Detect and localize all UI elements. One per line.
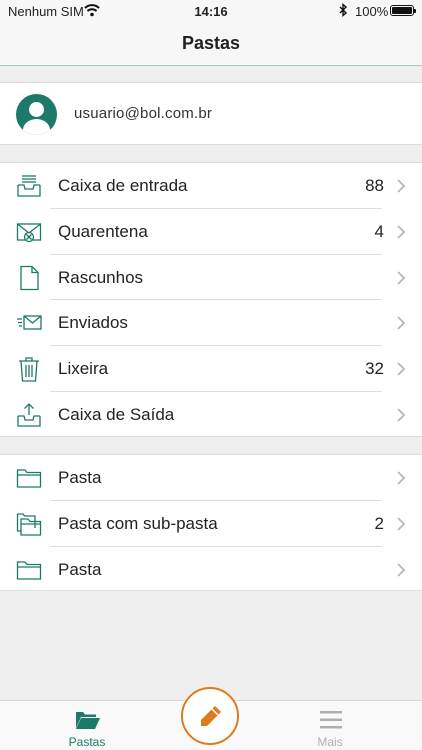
outbox-icon (16, 402, 42, 428)
open-folder-icon (75, 709, 101, 731)
menu-icon (318, 709, 344, 731)
folder-row-custom[interactable]: Pasta (0, 455, 422, 501)
folder-row-trash[interactable]: Lixeira 32 (0, 346, 422, 392)
sent-icon (16, 310, 42, 336)
battery-percent: 100% (355, 4, 389, 19)
bluetooth-icon (338, 3, 348, 20)
folder-row-sent[interactable]: Enviados (0, 300, 422, 347)
inbox-icon (16, 173, 42, 199)
folder-label: Lixeira (58, 359, 109, 379)
page-title: Pastas (181, 33, 241, 53)
folder-label: Pasta (58, 559, 102, 579)
account-row[interactable]: usuario@bol.com.br (0, 82, 422, 145)
folder-row-inbox[interactable]: Caixa de entrada 88 (0, 163, 422, 209)
folder-label: Pasta com sub-pasta (58, 513, 218, 533)
folder-icon (16, 557, 42, 583)
folder-label: Caixa de entrada (58, 176, 188, 195)
tab-label: Pastas (68, 735, 106, 749)
folder-row-outbox[interactable]: Caixa de Saída (0, 392, 422, 438)
draft-icon (16, 265, 42, 291)
avatar (16, 94, 57, 135)
folder-label: Rascunhos (58, 267, 144, 287)
compose-button[interactable] (181, 687, 239, 745)
folder-label: Enviados (58, 313, 128, 333)
status-bar: Nenhum SIM 14:16 100% (0, 0, 422, 22)
subfolder-icon (16, 511, 42, 537)
custom-folder-list: Pasta Pasta com sub-pasta 2 Pasta (0, 454, 422, 591)
navigation-bar: Pastas (0, 22, 422, 66)
chevron-right-icon (396, 178, 406, 194)
folder-row-custom[interactable]: Pasta (0, 547, 422, 593)
chevron-right-icon (396, 562, 406, 578)
tab-label: Mais (317, 735, 343, 749)
folder-row-quarantine[interactable]: Quarentena 4 (0, 209, 422, 255)
unread-count: 32 (365, 359, 384, 379)
chevron-right-icon (396, 470, 406, 486)
quarantine-icon (16, 219, 42, 245)
battery-icon (390, 5, 416, 16)
chevron-right-icon (396, 224, 406, 240)
unread-count: 88 (365, 176, 384, 195)
chevron-right-icon (396, 516, 406, 532)
unread-count: 2 (374, 513, 384, 533)
unread-count: 4 (374, 221, 384, 241)
account-email: usuario@bol.com.br (74, 105, 213, 122)
folder-row-drafts[interactable]: Rascunhos (0, 255, 422, 301)
chevron-right-icon (396, 315, 406, 331)
folder-label: Pasta (58, 468, 102, 487)
chevron-right-icon (396, 270, 406, 286)
system-folder-list: Caixa de entrada 88 Quarentena 4 Rascunh… (0, 162, 422, 437)
chevron-right-icon (396, 407, 406, 423)
chevron-right-icon (396, 361, 406, 377)
trash-icon (16, 356, 42, 382)
tab-pastas[interactable]: Pastas (42, 701, 132, 750)
folder-label: Quarentena (58, 221, 148, 241)
folder-row-custom-subfolder[interactable]: Pasta com sub-pasta 2 (0, 501, 422, 547)
folder-label: Caixa de Saída (58, 404, 175, 424)
tab-mais[interactable]: Mais (285, 701, 375, 750)
folder-icon (16, 465, 42, 491)
